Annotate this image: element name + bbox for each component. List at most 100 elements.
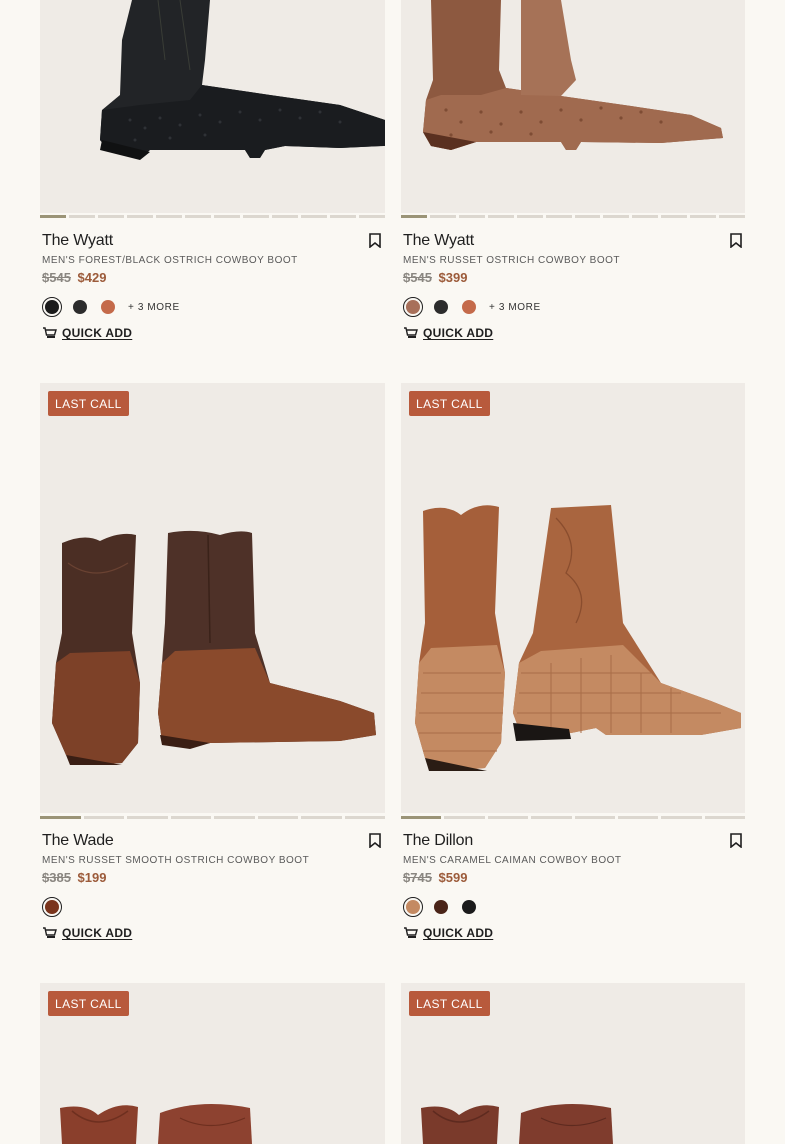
cart-icon (43, 927, 57, 938)
carousel-segment[interactable] (344, 816, 385, 819)
quick-add-button[interactable]: QUICK ADD (42, 326, 385, 340)
carousel-segment[interactable] (516, 215, 543, 218)
carousel-segment[interactable] (574, 816, 615, 819)
color-swatch[interactable] (42, 897, 62, 917)
product-description: Men's Caramel Caiman Cowboy Boot (403, 855, 622, 866)
color-swatch[interactable] (98, 297, 118, 317)
boot-image (415, 505, 741, 771)
bookmark-icon[interactable] (369, 833, 381, 848)
carousel-segment[interactable] (429, 215, 456, 218)
carousel-segment[interactable] (531, 816, 572, 819)
image-carousel-progress (40, 816, 385, 819)
color-swatch[interactable] (431, 897, 451, 917)
product-info: The Dillon Men's Caramel Caiman Cowboy B… (403, 832, 746, 940)
carousel-segment[interactable] (330, 215, 356, 218)
bookmark-icon[interactable] (730, 833, 742, 848)
quick-add-button[interactable]: QUICK ADD (42, 926, 385, 940)
product-prices: $545 $399 (403, 270, 746, 285)
carousel-segment[interactable] (574, 215, 601, 218)
color-swatches: + 3 MORE (403, 296, 746, 318)
carousel-segment[interactable] (40, 816, 81, 819)
product-info: The Wade Men's Russet Smooth Ostrich Cow… (42, 832, 385, 940)
quick-add-button[interactable]: QUICK ADD (403, 326, 746, 340)
sale-price: $599 (438, 870, 468, 885)
original-price: $545 (403, 270, 432, 285)
carousel-segment[interactable] (301, 215, 327, 218)
color-swatch[interactable] (42, 297, 62, 317)
carousel-segment[interactable] (214, 215, 240, 218)
carousel-segment[interactable] (704, 816, 745, 819)
bookmark-icon[interactable] (730, 233, 742, 248)
product-name[interactable]: The Wade (42, 832, 385, 850)
bookmark-icon[interactable] (369, 233, 381, 248)
carousel-segment[interactable] (170, 816, 211, 819)
carousel-segment[interactable] (444, 816, 485, 819)
carousel-segment[interactable] (69, 215, 95, 218)
carousel-segment[interactable] (272, 215, 298, 218)
carousel-segment[interactable] (40, 215, 66, 218)
cart-icon (404, 927, 418, 938)
last-call-badge: LAST CALL (48, 391, 129, 416)
product-image[interactable] (40, 0, 385, 213)
boot-image (100, 0, 385, 160)
product-image[interactable] (401, 0, 745, 213)
original-price: $745 (403, 870, 432, 885)
quick-add-label: QUICK ADD (423, 926, 494, 940)
color-swatch[interactable] (70, 297, 90, 317)
cart-icon (43, 327, 57, 338)
carousel-segment[interactable] (487, 215, 514, 218)
carousel-segment[interactable] (617, 816, 659, 819)
carousel-segment[interactable] (301, 816, 342, 819)
carousel-segment[interactable] (243, 215, 269, 218)
carousel-segment[interactable] (487, 816, 529, 819)
product-description: Men's Russet Ostrich Cowboy Boot (403, 255, 621, 266)
carousel-segment[interactable] (127, 816, 168, 819)
carousel-segment[interactable] (98, 215, 124, 218)
quick-add-label: QUICK ADD (62, 926, 133, 940)
color-swatch[interactable] (403, 297, 423, 317)
carousel-segment[interactable] (690, 215, 717, 218)
more-colors-link[interactable]: + 3 MORE (128, 302, 180, 313)
color-swatch[interactable] (459, 297, 479, 317)
original-price: $545 (42, 270, 71, 285)
product-name[interactable]: The Wyatt (403, 232, 746, 250)
image-carousel-progress (401, 816, 745, 819)
last-call-badge: LAST CALL (48, 991, 129, 1016)
color-swatch[interactable] (403, 897, 423, 917)
quick-add-button[interactable]: QUICK ADD (403, 926, 746, 940)
cart-icon (404, 327, 418, 338)
carousel-segment[interactable] (83, 816, 124, 819)
product-name[interactable]: The Dillon (403, 832, 746, 850)
carousel-segment[interactable] (719, 215, 746, 218)
carousel-segment[interactable] (214, 816, 255, 819)
carousel-segment[interactable] (401, 215, 427, 218)
carousel-segment[interactable] (661, 816, 702, 819)
carousel-segment[interactable] (127, 215, 153, 218)
product-info: The Wyatt Men's Forest/Black Ostrich Cow… (42, 232, 385, 340)
product-image[interactable]: LAST CALL (401, 983, 745, 1144)
carousel-segment[interactable] (545, 215, 572, 218)
product-description: Men's Russet Smooth Ostrich Cowboy Boot (42, 855, 310, 866)
color-swatch[interactable] (459, 897, 479, 917)
carousel-segment[interactable] (185, 215, 211, 218)
carousel-segment[interactable] (156, 215, 182, 218)
carousel-segment[interactable] (603, 215, 630, 218)
boot-image (423, 0, 723, 150)
original-price: $385 (42, 870, 71, 885)
more-colors-link[interactable]: + 3 MORE (489, 302, 541, 313)
product-image[interactable]: LAST CALL (40, 983, 385, 1144)
quick-add-label: QUICK ADD (62, 326, 133, 340)
product-name[interactable]: The Wyatt (42, 232, 385, 250)
carousel-segment[interactable] (401, 816, 442, 819)
color-swatch[interactable] (431, 297, 451, 317)
product-image[interactable]: LAST CALL (40, 383, 385, 813)
carousel-segment[interactable] (661, 215, 688, 218)
boot-image (52, 530, 376, 765)
carousel-segment[interactable] (632, 215, 659, 218)
carousel-segment[interactable] (359, 215, 385, 218)
product-prices: $385 $199 (42, 870, 385, 885)
product-image[interactable]: LAST CALL (401, 383, 745, 813)
carousel-segment[interactable] (458, 215, 485, 218)
product-info: The Wyatt Men's Russet Ostrich Cowboy Bo… (403, 232, 746, 340)
carousel-segment[interactable] (257, 816, 298, 819)
